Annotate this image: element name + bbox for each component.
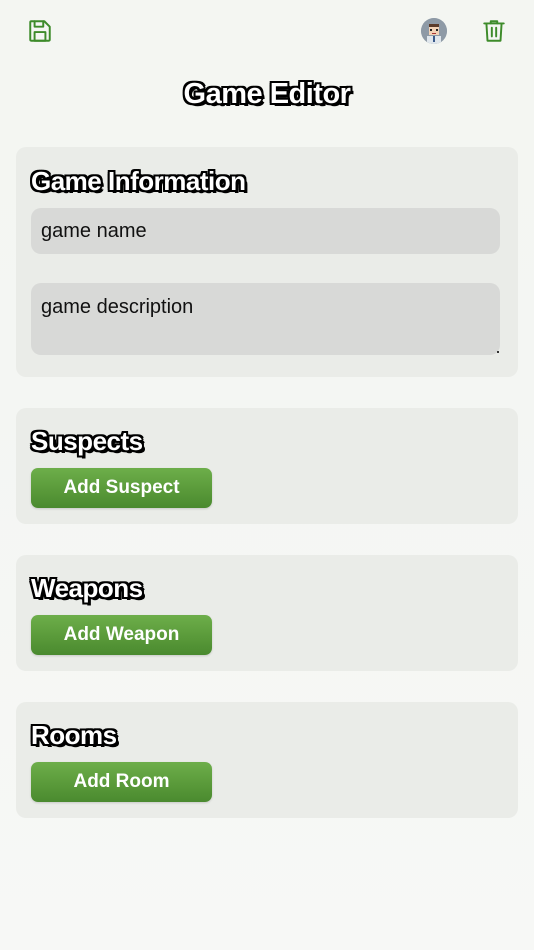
delete-button[interactable] (477, 14, 511, 48)
avatar-icon (421, 18, 447, 44)
suspects-card: Suspects Add Suspect (16, 408, 518, 524)
suspects-title: Suspects (31, 426, 143, 456)
game-description-input[interactable] (31, 283, 500, 355)
rooms-card: Rooms Add Room (16, 702, 518, 818)
weapons-card: Weapons Add Weapon (16, 555, 518, 671)
game-name-input[interactable] (31, 208, 500, 254)
textarea-resize-handle[interactable] (497, 351, 499, 353)
page-title: Game Editor (183, 78, 351, 110)
trash-icon (483, 20, 505, 42)
add-room-button[interactable]: Add Room (31, 762, 212, 802)
add-suspect-button[interactable]: Add Suspect (31, 468, 212, 508)
game-information-card: Game Information (16, 147, 518, 377)
game-information-title: Game Information (31, 166, 246, 196)
rooms-title: Rooms (31, 720, 117, 750)
top-bar (0, 0, 534, 64)
save-icon (29, 20, 51, 42)
save-button[interactable] (23, 14, 57, 48)
add-weapon-button[interactable]: Add Weapon (31, 615, 212, 655)
avatar[interactable] (421, 18, 447, 44)
weapons-title: Weapons (31, 573, 143, 603)
